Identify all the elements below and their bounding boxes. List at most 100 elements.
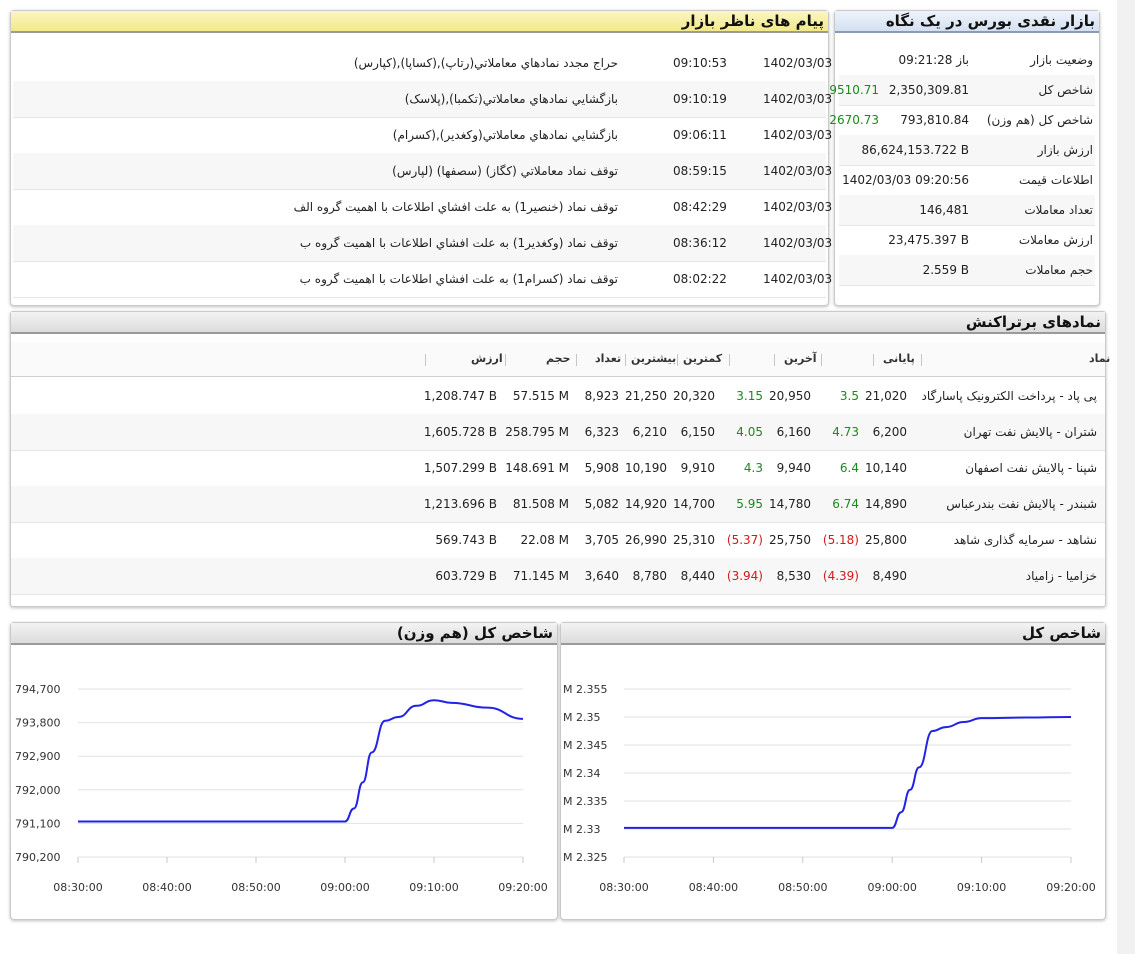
symbol-name[interactable]: شتران - پالایش نفت تهران xyxy=(964,414,1097,450)
last-change: (5.37) xyxy=(726,533,763,547)
message-text: بازگشايي نمادهاي معاملاتي(تکمبا),(پلاسک) xyxy=(404,92,618,106)
symbol-row[interactable]: شتران - پالایش نفت تهران 6,200 4.73 6,160 4.… xyxy=(11,414,1105,451)
x-tick-label: 08:50:00 xyxy=(231,881,280,894)
final-price: 10,140 xyxy=(865,461,907,475)
trade-value: 569.743 B xyxy=(435,533,497,547)
market-stat-row: ارزش بازار 86,624,153.722 B xyxy=(839,135,1095,166)
header-volume[interactable]: حجم xyxy=(546,342,570,376)
symbol-name[interactable]: شبندر - پالایش نفت بندرعباس xyxy=(946,486,1097,522)
market-stat-value: 793,810.84 xyxy=(900,113,969,127)
market-stat-value: 86,624,153.722 B xyxy=(861,143,969,157)
message-time: 09:10:19 xyxy=(673,92,727,106)
symbol-row[interactable]: پی پاد - پرداخت الکترونیک پاسارگاد 21,020… xyxy=(11,378,1105,415)
top-symbols-panel: نمادهای برتراکنش نماد پایانی آخرین کمتری… xyxy=(10,311,1110,607)
message-time: 09:06:11 xyxy=(673,128,727,142)
trade-value: 1,605.728 B xyxy=(423,425,497,439)
header-min[interactable]: کمترین xyxy=(683,342,722,376)
market-overview-titlebar: بازار نقدی بورس در یک نگاه xyxy=(835,11,1099,33)
header-value[interactable]: ارزش xyxy=(471,342,503,376)
x-tick-label: 08:30:00 xyxy=(599,881,648,894)
header-max[interactable]: بیشترین xyxy=(631,342,676,376)
market-stat-change: 2670.73 xyxy=(829,113,879,127)
last-price: 9,940 xyxy=(776,461,811,475)
message-date: 1402/03/03 xyxy=(763,272,833,286)
top-symbols-titlebar: نمادهای برتراکنش xyxy=(11,312,1105,334)
y-tick-label: 792,000 xyxy=(15,784,61,797)
message-row: 1402/03/03 08:42:29 توقف نماد (خنصير1) به … xyxy=(13,189,832,226)
final-price: 25,800 xyxy=(865,533,907,547)
message-time: 08:59:15 xyxy=(673,164,727,178)
header-last[interactable]: آخرین xyxy=(784,342,817,376)
y-tick-label: M 2.335 xyxy=(563,795,607,808)
max-price: 6,210 xyxy=(632,425,667,439)
trade-volume: 71.145 M xyxy=(512,569,569,583)
message-row: 1402/03/03 09:06:11 بازگشايي نمادهاي معامل… xyxy=(13,117,832,154)
message-time: 08:02:22 xyxy=(673,272,727,286)
market-stat-label: شاخص کل xyxy=(1038,83,1093,97)
trade-count: 3,640 xyxy=(584,569,619,583)
supervisor-messages-title: پیام های ناظر بازار xyxy=(681,12,824,30)
y-tick-label: M 2.355 xyxy=(563,683,607,696)
last-change: (3.94) xyxy=(726,569,763,583)
max-price: 8,780 xyxy=(632,569,667,583)
x-tick-label: 08:30:00 xyxy=(53,881,102,894)
top-symbols-title: نمادهای برتراکنش xyxy=(965,313,1101,331)
message-date: 1402/03/03 xyxy=(763,200,833,214)
equal-weight-chart-titlebar: شاخص کل (هم وزن) xyxy=(11,623,557,645)
min-price: 25,310 xyxy=(673,533,715,547)
market-stat-value: باز 09:21:28 xyxy=(898,53,969,67)
last-price: 20,950 xyxy=(769,389,811,403)
trade-value: 603.729 B xyxy=(435,569,497,583)
message-text: توقف نماد (کسرام1) به علت افشاي اطلاعات … xyxy=(299,272,618,286)
symbol-row[interactable]: نشاهد - سرمایه گذاری شاهد 25,800 (5.18) 25,… xyxy=(11,522,1105,559)
market-stat-value: 2.559 B xyxy=(922,263,969,277)
market-overview-panel: بازار نقدی بورس در یک نگاه وضعیت بازار با… xyxy=(822,10,1100,306)
series-line xyxy=(624,716,1072,829)
min-price: 20,320 xyxy=(673,389,715,403)
symbol-name[interactable]: پی پاد - پرداخت الکترونیک پاسارگاد xyxy=(922,378,1098,414)
total-index-chart-title: شاخص کل xyxy=(1022,624,1101,642)
message-text: توقف نماد (وکغدير1) به علت افشاي اطلاعات… xyxy=(299,236,618,250)
y-tick-label: M 2.34 xyxy=(563,767,600,780)
header-final[interactable]: پایانی xyxy=(883,342,915,376)
market-stat-row: شاخص کل 2,350,309.81 19510.71 xyxy=(822,75,1095,106)
market-stat-label: تعداد معاملات xyxy=(1024,203,1093,217)
message-time: 09:10:53 xyxy=(673,56,727,70)
last-change: 3.15 xyxy=(736,389,763,403)
trade-volume: 22.08 M xyxy=(520,533,569,547)
last-price: 14,780 xyxy=(769,497,811,511)
market-stat-value: 146,481 xyxy=(919,203,969,217)
y-tick-label: M 2.325 xyxy=(563,851,607,864)
page-scrollbar[interactable] xyxy=(1117,0,1135,954)
y-tick-label: 793,800 xyxy=(15,717,61,730)
final-change: (4.39) xyxy=(822,569,859,583)
market-stat-value: 23,475.397 B xyxy=(888,233,969,247)
symbol-name[interactable]: خزامیا - زامیاد xyxy=(1026,558,1097,594)
symbol-name[interactable]: شپنا - پالایش نفت اصفهان xyxy=(965,450,1097,486)
market-stat-value: 2,350,309.81 xyxy=(888,83,969,97)
market-stat-row: حجم معاملات 2.559 B xyxy=(839,255,1095,286)
symbol-name[interactable]: نشاهد - سرمایه گذاری شاهد xyxy=(954,522,1097,558)
y-tick-label: 794,700 xyxy=(15,683,61,696)
message-row: 1402/03/03 08:36:12 توقف نماد (وکغدير1) به… xyxy=(13,225,832,262)
header-symbol[interactable]: نماد xyxy=(1089,342,1110,376)
symbol-row[interactable]: شبندر - پالایش نفت بندرعباس 14,890 6.74 14,… xyxy=(11,486,1105,523)
supervisor-messages-panel: پیام های ناظر بازار 1402/03/03 09:10:53 حر… xyxy=(10,10,833,306)
min-price: 9,910 xyxy=(680,461,715,475)
final-change: 3.5 xyxy=(839,389,859,403)
total-index-chart: M 2.325 M 2.33 M 2.335 M 2.34 M 2.345 M 2.35 M… xyxy=(563,683,1096,894)
symbol-row[interactable]: شپنا - پالایش نفت اصفهان 10,140 6.4 9,940 4.… xyxy=(11,450,1105,487)
market-stat-row: وضعیت بازار باز 09:21:28 xyxy=(839,45,1095,76)
y-tick-label: 792,900 xyxy=(15,750,61,763)
market-stat-label: شاخص کل (هم وزن) xyxy=(986,113,1093,127)
last-change: 4.3 xyxy=(743,461,763,475)
final-price: 8,490 xyxy=(872,569,907,583)
market-stat-row: اطلاعات قیمت 1402/03/03 09:20:56 xyxy=(839,165,1095,196)
min-price: 14,700 xyxy=(673,497,715,511)
header-count[interactable]: تعداد xyxy=(595,342,621,376)
symbol-row[interactable]: خزامیا - زامیاد 8,490 (4.39) 8,530 (3.94) 8,4… xyxy=(11,558,1105,595)
trade-volume: 148.691 M xyxy=(505,461,569,475)
trade-value: 1,208.747 B xyxy=(423,389,497,403)
trade-count: 8,923 xyxy=(584,389,619,403)
series-line xyxy=(78,699,524,823)
